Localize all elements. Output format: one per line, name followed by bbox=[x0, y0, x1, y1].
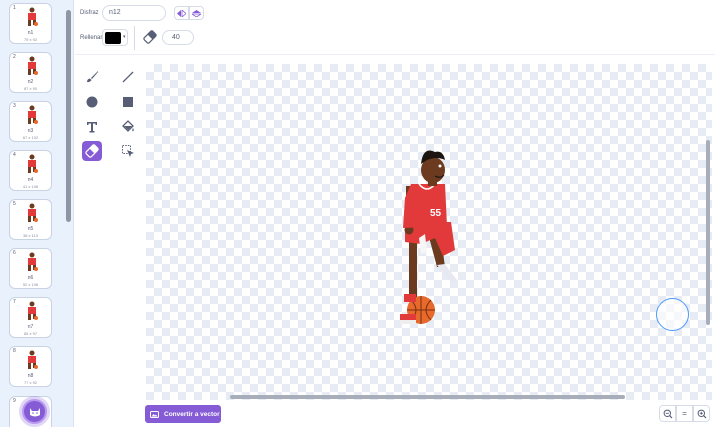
cat-icon bbox=[29, 407, 40, 416]
costume-thumbnail bbox=[28, 301, 38, 320]
brush-icon bbox=[87, 71, 98, 83]
costume-name: n5 bbox=[27, 226, 34, 232]
costume-size: 41 x 106 bbox=[22, 184, 39, 189]
select-icon bbox=[122, 145, 134, 157]
fill-tool[interactable] bbox=[118, 117, 138, 137]
costume-number: 5 bbox=[13, 201, 16, 207]
costume-name: n8 bbox=[27, 373, 34, 379]
fill-label: Rellenar bbox=[80, 35, 103, 41]
costume-number: 8 bbox=[13, 348, 16, 354]
costume-size: 52 x 106 bbox=[22, 282, 39, 287]
costume-number: 2 bbox=[13, 54, 16, 60]
zoom-in-icon bbox=[697, 409, 706, 418]
rectangle-icon bbox=[123, 97, 133, 107]
costume-name: n6 bbox=[27, 275, 34, 281]
costume-thumbnail bbox=[28, 350, 38, 369]
costume-tile[interactable]: 1 n1 79 x 92 bbox=[9, 3, 52, 44]
zoom-reset-label: = bbox=[682, 409, 687, 418]
costume-size: 85 x 97 bbox=[23, 331, 38, 336]
costume-size: 77 x 92 bbox=[23, 380, 38, 385]
eraser-icon bbox=[85, 144, 99, 158]
brush-tool[interactable] bbox=[82, 67, 102, 87]
zoom-out-button[interactable] bbox=[659, 405, 676, 422]
circle-tool[interactable] bbox=[82, 92, 102, 112]
costume-size: 79 x 92 bbox=[23, 37, 38, 42]
costume-thumbnail bbox=[28, 7, 38, 26]
divider bbox=[134, 26, 135, 50]
costume-name: n7 bbox=[27, 324, 34, 330]
costume-name: n3 bbox=[27, 128, 34, 134]
flip-horizontal-icon bbox=[177, 9, 186, 17]
flip-horizontal-button[interactable] bbox=[174, 6, 189, 20]
chevron-down-icon: ▾ bbox=[123, 34, 126, 40]
costume-tile[interactable]: 4 n4 41 x 106 bbox=[9, 150, 52, 191]
svg-text:55: 55 bbox=[430, 208, 442, 219]
costume-name: n2 bbox=[27, 79, 34, 85]
zoom-reset-button[interactable]: = bbox=[676, 405, 693, 422]
rectangle-tool[interactable] bbox=[118, 92, 138, 112]
fill-icon bbox=[122, 120, 134, 132]
costume-list: 1 n1 79 x 92 2 n2 87 x 90 3 n3 67 x 102 4 n4 41 x 1… bbox=[0, 0, 74, 427]
fill-color-swatch bbox=[105, 32, 121, 44]
costume-size: 87 x 90 bbox=[23, 86, 38, 91]
zoom-out-icon bbox=[663, 409, 672, 418]
line-icon bbox=[122, 71, 134, 83]
costume-tile[interactable]: 5 n5 38 x 113 bbox=[9, 199, 52, 240]
costume-thumbnail bbox=[28, 154, 38, 173]
costume-size: 38 x 113 bbox=[22, 233, 39, 238]
line-tool[interactable] bbox=[118, 67, 138, 87]
canvas-vertical-scrollbar[interactable] bbox=[706, 140, 710, 325]
costume-name: n4 bbox=[27, 177, 34, 183]
costume-thumbnail bbox=[28, 252, 38, 271]
costume-tile[interactable]: 2 n2 87 x 90 bbox=[9, 52, 52, 93]
eraser-tool[interactable] bbox=[82, 141, 102, 161]
basketball-player-sprite: 55 bbox=[400, 150, 457, 324]
costume-size: 67 x 102 bbox=[22, 135, 39, 140]
eraser-size-input[interactable]: 40 bbox=[162, 30, 194, 45]
zoom-in-button[interactable] bbox=[693, 405, 710, 422]
select-tool[interactable] bbox=[118, 141, 138, 161]
costume-tile[interactable]: 3 n3 67 x 102 bbox=[9, 101, 52, 142]
costume-thumbnail bbox=[28, 56, 38, 75]
costume-number: 6 bbox=[13, 250, 16, 256]
costume-name: n1 bbox=[27, 30, 34, 36]
image-icon bbox=[150, 410, 159, 418]
costume-tile[interactable]: 6 n6 52 x 106 bbox=[9, 248, 52, 289]
eraser-icon bbox=[143, 30, 157, 44]
fill-color-picker[interactable]: ▾ bbox=[102, 29, 128, 46]
costume-number: 1 bbox=[13, 5, 16, 11]
convert-to-vector-label: Convertir a vector bbox=[164, 410, 220, 418]
eraser-brush-cursor bbox=[656, 298, 689, 331]
costume-number: 7 bbox=[13, 299, 16, 305]
circle-icon bbox=[86, 96, 98, 108]
text-tool[interactable] bbox=[82, 117, 102, 137]
costume-number: 9 bbox=[13, 398, 16, 404]
canvas-horizontal-scrollbar[interactable] bbox=[230, 395, 625, 399]
text-icon bbox=[87, 122, 97, 133]
add-costume-button[interactable] bbox=[22, 399, 47, 424]
costume-thumbnail bbox=[28, 203, 38, 222]
flip-vertical-button[interactable] bbox=[189, 6, 204, 20]
costume-tile[interactable]: 8 n8 77 x 92 bbox=[9, 346, 52, 387]
costume-name-input[interactable]: n12 bbox=[102, 5, 166, 21]
convert-to-vector-button[interactable]: Convertir a vector bbox=[145, 405, 221, 423]
costume-label: Disfraz bbox=[80, 10, 99, 16]
costume-number: 3 bbox=[13, 103, 16, 109]
costume-thumbnail bbox=[28, 105, 38, 124]
costume-tile[interactable]: 7 n7 85 x 97 bbox=[9, 297, 52, 338]
costume-number: 4 bbox=[13, 152, 16, 158]
flip-vertical-icon bbox=[192, 9, 201, 17]
costume-list-scrollbar[interactable] bbox=[66, 10, 71, 222]
divider bbox=[75, 54, 715, 55]
